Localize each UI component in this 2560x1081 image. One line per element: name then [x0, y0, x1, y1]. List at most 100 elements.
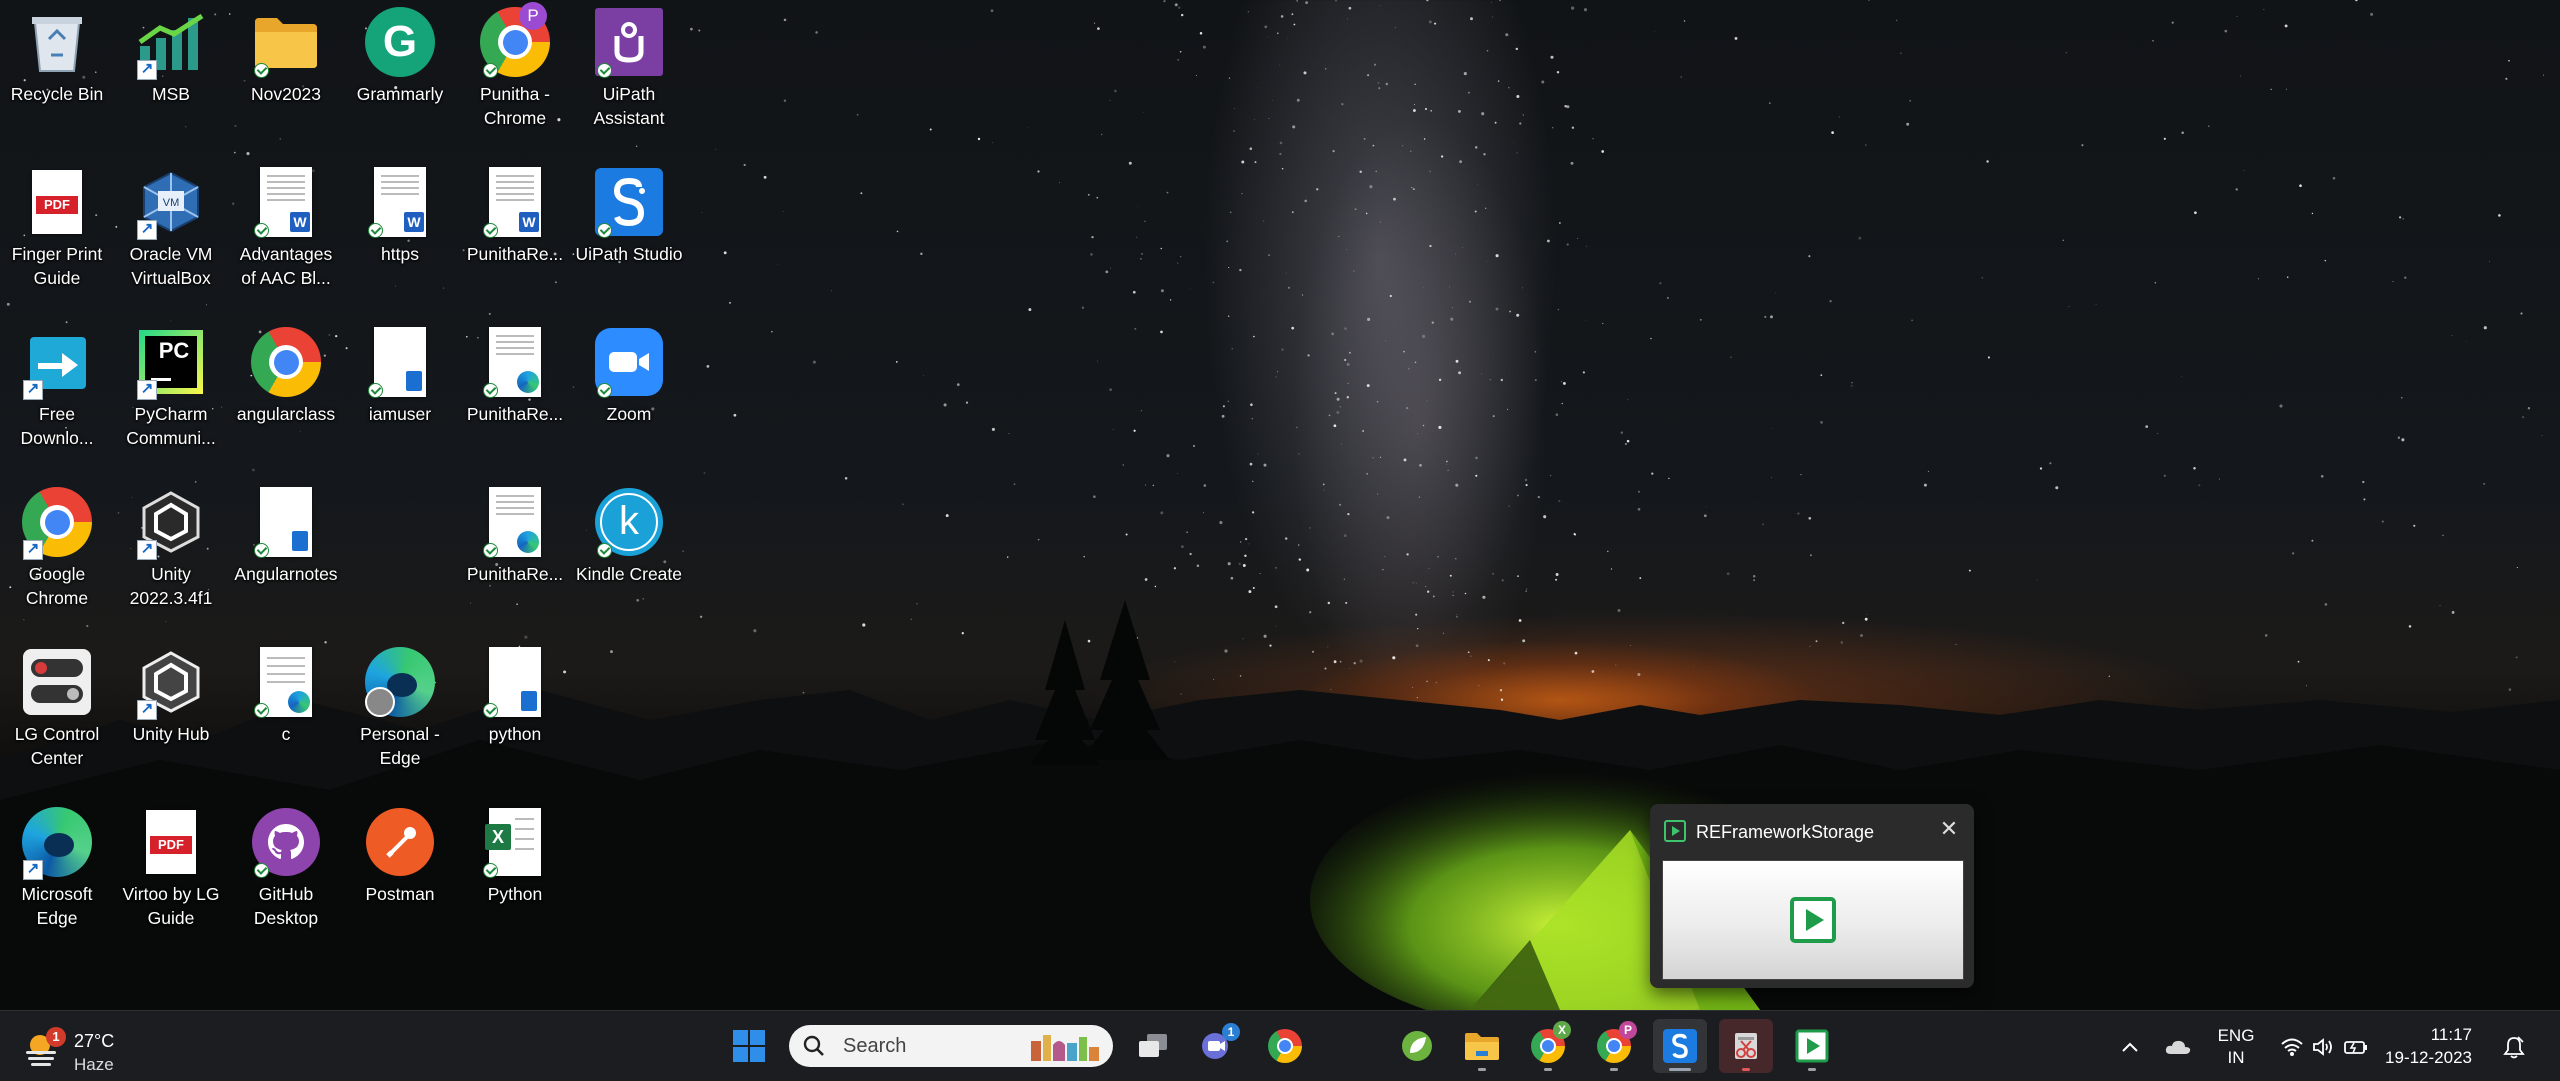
desktop-icon-zoom[interactable]: Zoom	[572, 320, 686, 470]
desktop-icon-punithare-word[interactable]: W PunithaRe...	[458, 160, 572, 310]
desktop-icon-recycle-bin[interactable]: Recycle Bin	[0, 0, 114, 150]
taskbar-chrome-profile-x[interactable]: X	[1521, 1019, 1575, 1073]
desktop-icon-microsoft-edge[interactable]: ↗ Microsoft Edge	[0, 800, 114, 950]
desktop-icon-label: Finger Print Guide	[11, 244, 103, 288]
desktop-icon-kindle-create[interactable]: k Kindle Create	[572, 480, 686, 630]
desktop-icon-label: PunithaRe...	[466, 564, 564, 584]
desktop-icon-label: GitHub Desktop	[253, 884, 319, 928]
folder-icon	[1465, 1033, 1499, 1060]
desktop-icon-finger-print-guide[interactable]: PDF Finger Print Guide	[0, 160, 114, 310]
sync-ok-icon	[597, 383, 612, 398]
input-language-indicator[interactable]: ENG IN	[2216, 1025, 2256, 1069]
virtualbox-icon: VM ↗	[133, 164, 209, 240]
desktop-icon-label: PyCharm Communi...	[126, 404, 216, 448]
desktop-icon-personal-edge[interactable]: Personal - Edge	[343, 640, 457, 790]
edge-icon: ↗	[19, 804, 95, 880]
desktop-icon-angularnotes[interactable]: Angularnotes	[229, 480, 343, 630]
taskbar-snipping-tool[interactable]	[1719, 1019, 1773, 1073]
meet-badge: 1	[1222, 1023, 1240, 1041]
text-doc-icon	[248, 484, 324, 560]
desktop-icon-python-text[interactable]: python	[458, 640, 572, 790]
edge-doc-icon	[248, 644, 324, 720]
profile-badge: P	[1619, 1021, 1637, 1039]
uipath-robot-app-icon	[1664, 820, 1686, 842]
desktop-icon-pycharm[interactable]: PC ↗ PyCharm Communi...	[114, 320, 228, 470]
onedrive-cloud-icon[interactable]	[2164, 1033, 2192, 1061]
sync-ok-icon	[483, 63, 498, 78]
chrome-icon: ↗	[19, 484, 95, 560]
notification-bell-icon[interactable]	[2500, 1033, 2528, 1061]
sync-ok-icon	[254, 223, 269, 238]
profile-badge: P	[519, 2, 547, 30]
sync-ok-icon	[368, 383, 383, 398]
chrome-icon	[248, 324, 324, 400]
profile-badge: X	[1553, 1021, 1571, 1039]
sync-ok-icon	[483, 543, 498, 558]
desktop-icon-label: https	[381, 244, 419, 264]
taskbar-spring-tool[interactable]	[1390, 1019, 1444, 1073]
desktop-icon-punitha-chrome[interactable]: P Punitha - Chrome	[458, 0, 572, 150]
word-doc-icon: W	[362, 164, 438, 240]
shortcut-arrow-icon: ↗	[23, 540, 43, 560]
desktop-icon-angularclass[interactable]: angularclass	[229, 320, 343, 470]
desktop-icon-label: Grammarly	[356, 84, 444, 104]
desktop-icon-nov2023[interactable]: Nov2023	[229, 0, 343, 150]
taskbar-meet-app[interactable]: 1	[1190, 1019, 1244, 1073]
play-icon	[1795, 1029, 1829, 1063]
weather-alert-badge: 1	[46, 1027, 66, 1047]
zoom-icon	[591, 324, 667, 400]
desktop-icon-msb[interactable]: ↗ MSB	[114, 0, 228, 150]
taskbar-chrome-profile-p[interactable]: P	[1587, 1019, 1641, 1073]
edge-doc-icon	[477, 484, 553, 560]
desktop-icon-iamuser[interactable]: iamuser	[343, 320, 457, 470]
desktop-icon-unity[interactable]: ↗ Unity 2022.3.4f1	[114, 480, 228, 630]
preview-title: REFrameworkStorage	[1696, 822, 1875, 842]
wifi-icon[interactable]	[2278, 1033, 2306, 1061]
desktop-icon-postman[interactable]: Postman	[343, 800, 457, 950]
desktop-icon-punithare-edge-2[interactable]: PunithaRe...	[458, 480, 572, 630]
desktop-icon-punithare-edge-1[interactable]: PunithaRe...	[458, 320, 572, 470]
desktop-icon-label: Python	[487, 884, 543, 904]
desktop-icon-free-download[interactable]: ↗ Free Downlo...	[0, 320, 114, 470]
desktop-icon-virtualbox[interactable]: VM ↗ Oracle VM VirtualBox	[114, 160, 228, 310]
excel-icon: X	[477, 804, 553, 880]
desktop-icon-python-excel[interactable]: X Python	[458, 800, 572, 950]
shortcut-arrow-icon: ↗	[23, 380, 43, 400]
taskbar-uipath-robot[interactable]	[1785, 1019, 1839, 1073]
msb-chart-icon: ↗	[133, 4, 209, 80]
shortcut-arrow-icon: ↗	[23, 860, 43, 880]
desktop-icon-uipath-assistant[interactable]: UiPath Assistant	[572, 0, 686, 150]
desktop-icon-label: Postman	[365, 884, 435, 904]
chrome-profile-icon: P	[477, 2, 553, 80]
desktop-icon-uipath-studio[interactable]: UiPath Studio	[572, 160, 686, 310]
windows-logo-icon	[733, 1030, 765, 1062]
edge-profile-icon	[362, 644, 438, 720]
taskbar-thumbnail-preview[interactable]: REFrameworkStorage ✕	[1650, 804, 1974, 988]
search-placeholder: Search	[843, 1035, 907, 1057]
desktop-icon-lg-control-center[interactable]: LG Control Center	[0, 640, 114, 790]
start-button[interactable]	[722, 1019, 776, 1073]
desktop-icon-https[interactable]: W https	[343, 160, 457, 310]
volume-icon[interactable]	[2310, 1033, 2338, 1061]
desktop-icon-c[interactable]: c	[229, 640, 343, 790]
taskbar-search-box[interactable]: Search	[789, 1025, 1113, 1067]
task-view-button[interactable]	[1126, 1019, 1180, 1073]
desktop-icon-virtoo-guide[interactable]: PDF Virtoo by LG Guide	[114, 800, 228, 950]
taskbar-uipath-studio[interactable]	[1653, 1019, 1707, 1073]
desktop-icon-advantages-doc[interactable]: W Advantages of AAC Bl...	[229, 160, 343, 310]
search-highlight-icon	[1031, 1035, 1099, 1061]
shortcut-arrow-icon: ↗	[137, 700, 157, 720]
desktop-icon-label: c	[281, 724, 291, 744]
show-hidden-icons-chevron-icon[interactable]	[2116, 1033, 2144, 1061]
close-icon[interactable]: ✕	[1936, 816, 1962, 842]
desktop-icon-label: Unity Hub	[132, 724, 210, 744]
desktop-icon-unity-hub[interactable]: ↗ Unity Hub	[114, 640, 228, 790]
taskbar-chrome[interactable]	[1258, 1019, 1312, 1073]
preview-thumbnail[interactable]	[1662, 860, 1964, 980]
battery-icon[interactable]	[2342, 1033, 2370, 1061]
desktop-icon-google-chrome[interactable]: ↗ Google Chrome	[0, 480, 114, 630]
desktop-icon-grammarly[interactable]: G Grammarly	[343, 0, 457, 150]
system-clock[interactable]: 11:17 19-12-2023	[2380, 1023, 2472, 1069]
desktop-icon-github-desktop[interactable]: GitHub Desktop	[229, 800, 343, 950]
taskbar-file-explorer[interactable]	[1455, 1019, 1509, 1073]
